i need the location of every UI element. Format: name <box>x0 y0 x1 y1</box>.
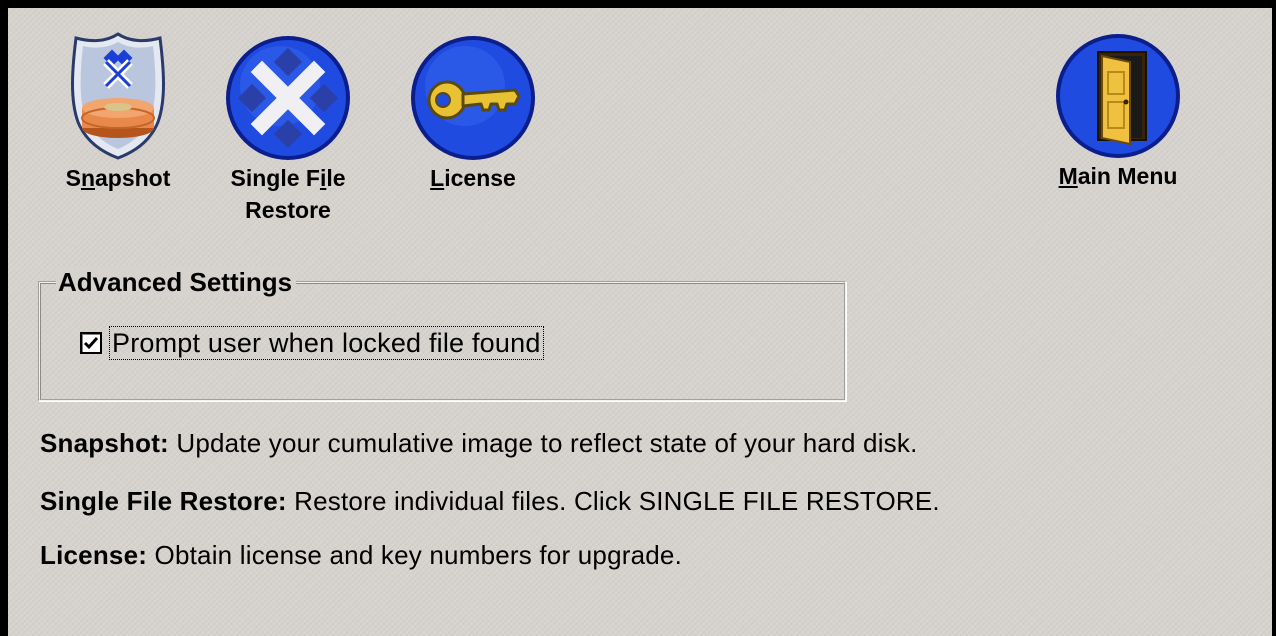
key-icon <box>411 36 535 160</box>
main-menu-label: Main Menu <box>1058 163 1178 189</box>
snapshot-description: Snapshot: Update your cumulative image t… <box>40 428 918 459</box>
snapshot-panel: Snapshot Single File Restore License Mai… <box>8 8 1272 636</box>
main-menu-button[interactable]: Main Menu <box>1038 32 1198 192</box>
snapshot-label: Snapshot <box>65 165 171 191</box>
single-file-restore-description: Single File Restore: Restore individual … <box>40 486 940 517</box>
license-button[interactable]: License <box>403 34 543 194</box>
advanced-settings-title: Advanced Settings <box>56 267 297 297</box>
prompt-locked-file-label: Prompt user when locked file found <box>109 326 544 360</box>
single-file-restore-button[interactable]: Single File Restore <box>208 34 368 226</box>
single-file-restore-description-term: Single File Restore: <box>40 486 287 516</box>
advanced-settings-group: Advanced Settings Prompt user when locke… <box>38 267 846 401</box>
snapshot-description-term: Snapshot: <box>40 428 169 458</box>
single-file-restore-label: Single File Restore <box>230 165 346 223</box>
license-label: License <box>430 165 516 191</box>
prompt-locked-file-option[interactable]: Prompt user when locked file found <box>80 326 544 360</box>
door-icon <box>1056 34 1180 158</box>
prompt-locked-file-checkbox[interactable] <box>80 332 102 354</box>
checkmark-icon <box>83 337 99 350</box>
license-description-text: Obtain license and key numbers for upgra… <box>154 540 682 570</box>
license-description: License: Obtain license and key numbers … <box>40 540 682 571</box>
blue-x-icon <box>226 36 350 160</box>
license-description-term: License: <box>40 540 148 570</box>
snapshot-button[interactable]: Snapshot <box>48 30 188 194</box>
shield-disk-icon <box>71 32 165 160</box>
single-file-restore-description-text: Restore individual files. Click SINGLE F… <box>294 486 940 516</box>
snapshot-description-text: Update your cumulative image to reflect … <box>176 428 918 458</box>
